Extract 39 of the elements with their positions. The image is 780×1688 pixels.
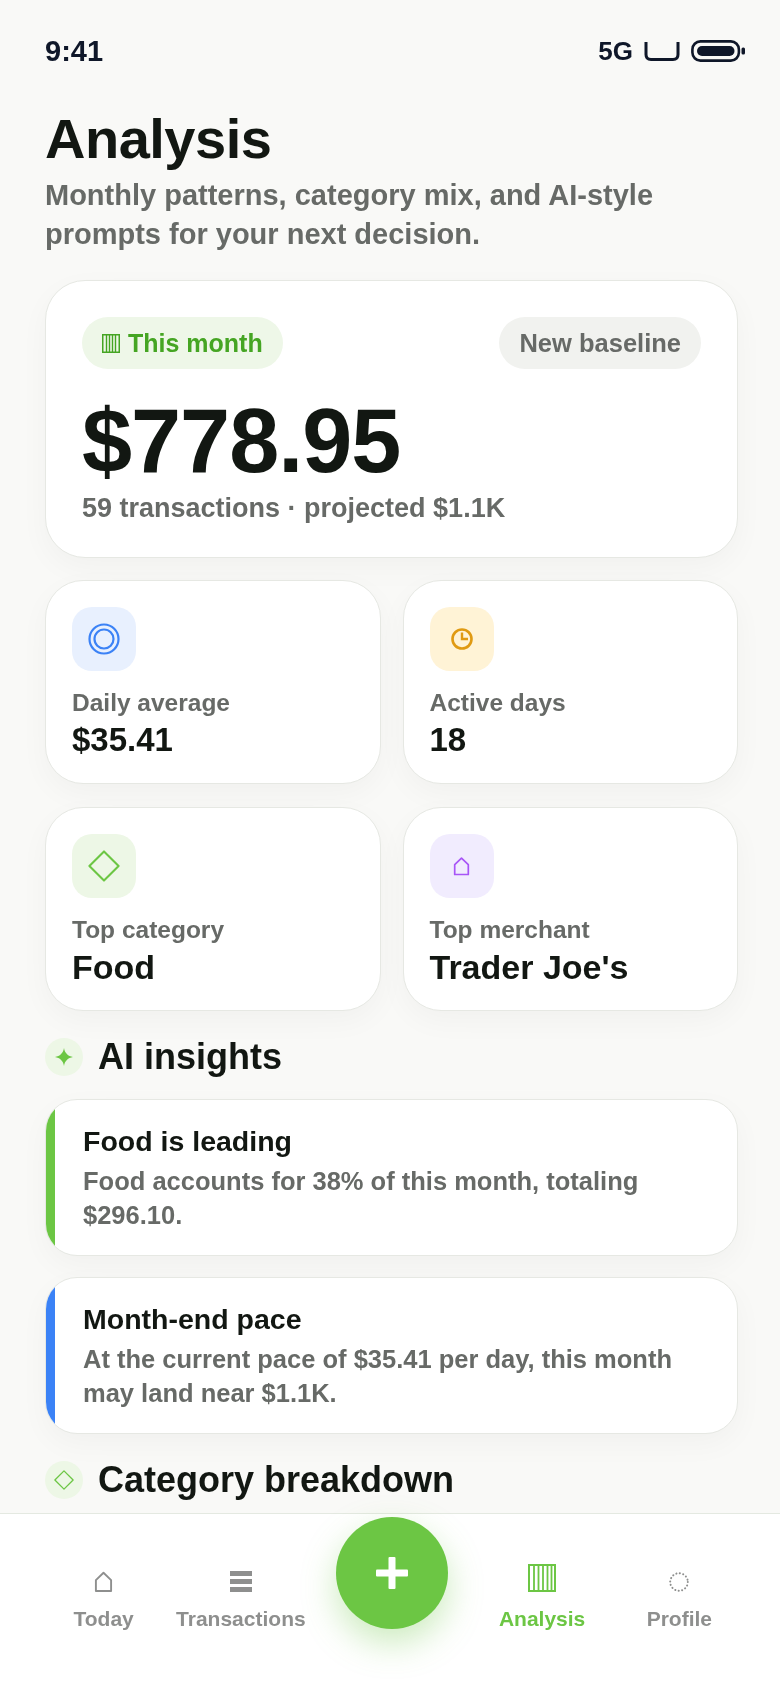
stat-label: Top merchant: [429, 916, 591, 944]
stat-label: Daily average: [72, 689, 231, 717]
section-title: Category breakdown: [98, 1459, 455, 1501]
summary-detail: 59 transactions · projected $1.1K: [82, 492, 507, 524]
network-label: 5G: [598, 35, 633, 68]
status-time: 9:41: [45, 34, 104, 68]
house-icon: [429, 834, 494, 898]
total-amount: $778.95: [82, 393, 402, 489]
period-label: This month: [128, 328, 263, 358]
stat-value: 18: [429, 721, 468, 759]
stripes-icon: [528, 1564, 557, 1592]
status-chip: New baseline: [499, 317, 701, 369]
insight-text: At the current pace of $35.41 per day, this month may land near $1.1K.: [83, 1344, 673, 1409]
dotted-circle-icon: [669, 1572, 690, 1592]
diamond-icon: [72, 834, 136, 898]
nav-tab[interactable]: Today: [73, 1564, 134, 1632]
stat-label: Active days: [429, 689, 567, 717]
insight-title: Food is leading: [83, 1124, 293, 1158]
stat-value: Food: [72, 948, 157, 986]
clock-icon: [429, 607, 494, 671]
page-subtitle: Monthly patterns, category mix, and AI-style prompts for your next decision.: [45, 178, 655, 252]
stat-label: Top category: [72, 916, 225, 944]
target-icon: [72, 607, 136, 671]
plus-icon: [375, 1557, 408, 1589]
battery-icon: [691, 40, 745, 62]
sparkle-icon: [45, 1038, 83, 1076]
bracket-icon: [644, 41, 680, 61]
nav-tab[interactable]: Analysis: [498, 1564, 586, 1632]
insight-title: Month-end pace: [83, 1302, 303, 1336]
stat-value: $35.41: [72, 721, 174, 759]
page-title: Analysis: [45, 108, 273, 170]
house-icon: [94, 1571, 114, 1592]
section-title: AI insights: [98, 1036, 282, 1078]
stripes-icon: [102, 333, 120, 353]
stat-value: Trader Joe's: [429, 948, 630, 986]
insight-text: Food accounts for 38% of this month, totaling $296.10.: [83, 1166, 640, 1231]
list-icon: [229, 1571, 252, 1592]
nav-tab[interactable]: Profile: [646, 1564, 713, 1632]
nav-tab[interactable]: Transactions: [176, 1564, 306, 1632]
